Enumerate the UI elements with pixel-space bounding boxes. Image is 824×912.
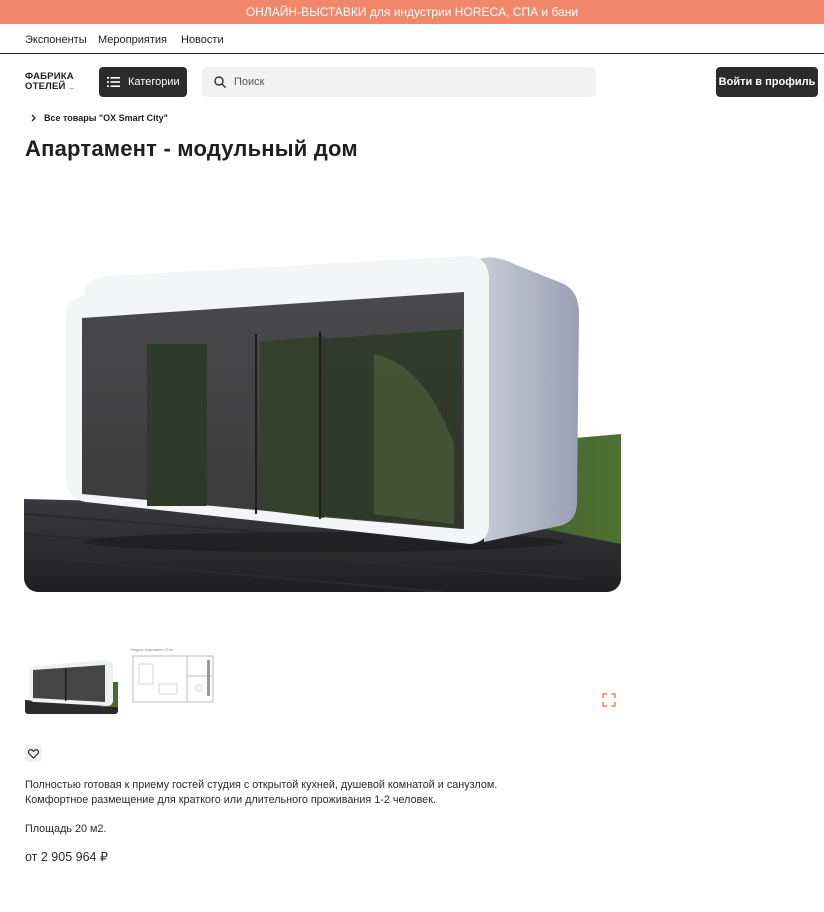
product-price: от 2 905 964 ₽: [25, 850, 108, 864]
hamburger-icon: [107, 77, 120, 87]
nav-item-exponents[interactable]: Экспоненты: [25, 34, 87, 46]
site-logo[interactable]: ФАБРИКА ОТЕЛЕЙ ▬: [25, 72, 95, 94]
logo-line-2: ОТЕЛЕЙ: [25, 81, 66, 92]
product-main-image[interactable]: [24, 184, 621, 592]
categories-button-label: Категории: [128, 76, 180, 88]
login-button[interactable]: Войти в профиль: [716, 67, 818, 97]
search-bar[interactable]: [202, 67, 596, 97]
description-line-1: Полностью готовая к приему гостей студия…: [25, 779, 498, 791]
favorite-button[interactable]: [25, 745, 42, 762]
chevron-right-icon: [31, 114, 36, 122]
breadcrumb-link[interactable]: Все товары "OX Smart City": [44, 113, 168, 123]
promo-banner[interactable]: ОНЛАЙН-ВЫСТАВКИ для индустрии HORECA, СП…: [0, 0, 824, 24]
search-icon: [214, 76, 226, 88]
login-button-label: Войти в профиль: [718, 76, 816, 88]
svg-text:Модуль Апартамент 20 м²: Модуль Апартамент 20 м²: [131, 648, 174, 652]
expand-icon: [602, 693, 616, 707]
modular-house-photo: [24, 184, 621, 592]
top-nav: Экспоненты Мероприятия Новости: [0, 24, 824, 54]
promo-banner-text: ОНЛАЙН-ВЫСТАВКИ для индустрии HORECA, СП…: [245, 5, 579, 19]
categories-button[interactable]: Категории: [99, 67, 187, 97]
page-title: Апартамент - модульный дом: [25, 136, 358, 161]
breadcrumb[interactable]: Все товары "OX Smart City": [31, 113, 168, 123]
logo-mark: ▬: [70, 86, 73, 90]
product-area: Площадь 20 м2.: [25, 823, 107, 835]
nav-item-news[interactable]: Новости: [181, 34, 224, 46]
expand-button[interactable]: [602, 693, 616, 707]
product-description: Полностью готовая к приему гостей студия…: [25, 778, 497, 808]
nav-item-events[interactable]: Мероприятия: [98, 34, 167, 46]
search-input[interactable]: [232, 75, 566, 89]
description-line-2: Комфортное размещение для краткого или д…: [25, 794, 436, 806]
thumbnail-photo[interactable]: [25, 652, 118, 714]
thumbnail-floorplan[interactable]: Модуль Апартамент 20 м²: [129, 644, 217, 710]
heart-icon: [28, 748, 39, 759]
thumbnail-photo-image: [25, 652, 118, 714]
floorplan-image: Модуль Апартамент 20 м²: [129, 644, 217, 710]
